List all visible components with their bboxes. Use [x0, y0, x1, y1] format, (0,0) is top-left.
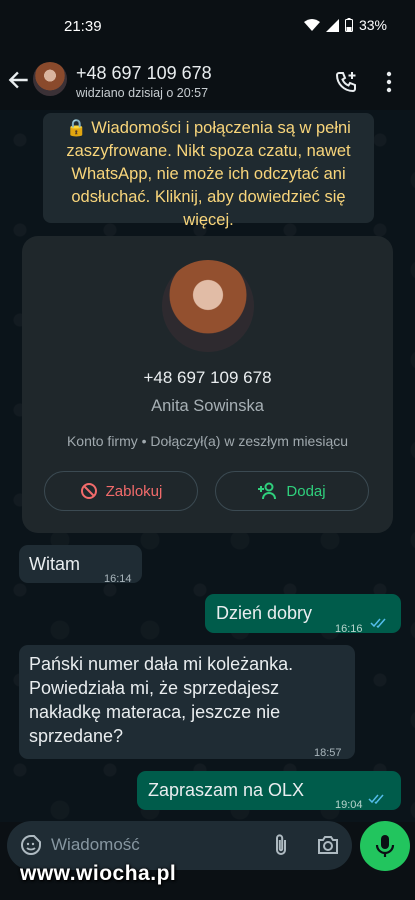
- emoji-sticker-icon[interactable]: [19, 833, 43, 857]
- account-info: Konto firmy • Dołączył(a) w zeszłym mies…: [66, 433, 349, 449]
- add-contact-button[interactable]: Dodaj: [215, 471, 369, 511]
- back-arrow-icon[interactable]: [6, 67, 32, 93]
- read-receipt-icon: [368, 794, 384, 804]
- microphone-icon: [375, 835, 395, 857]
- avatar[interactable]: [33, 62, 67, 96]
- read-receipt-icon: [370, 618, 386, 628]
- camera-icon[interactable]: [316, 833, 340, 857]
- battery-level: 33%: [358, 17, 387, 33]
- block-icon: [80, 483, 97, 499]
- message-time: 19:04: [335, 799, 363, 811]
- block-label: Zablokuj: [105, 482, 163, 500]
- attach-icon[interactable]: [272, 833, 290, 857]
- message-text: Witam: [29, 554, 80, 574]
- contact-photo[interactable]: [162, 260, 254, 352]
- wifi-icon: [303, 18, 320, 31]
- status-time: 21:39: [64, 18, 102, 35]
- add-person-icon: [258, 482, 277, 500]
- add-call-icon[interactable]: [334, 70, 358, 94]
- contact-name: Anita Sowinska: [151, 397, 264, 415]
- site-watermark: www.wiocha.pl: [20, 862, 177, 885]
- message-text: Dzień dobry: [216, 603, 313, 623]
- message-text: Pański numer dała mi koleżanka. Powiedzi…: [29, 654, 294, 746]
- message-incoming[interactable]: Pański numer dała mi koleżanka. Powiedzi…: [19, 645, 355, 759]
- more-options-icon[interactable]: [384, 70, 394, 94]
- voice-message-button[interactable]: [360, 821, 410, 871]
- status-bar: 21:39 33%: [0, 0, 415, 52]
- battery-icon: [344, 18, 353, 32]
- message-outgoing[interactable]: Dzień dobry 16:16: [205, 594, 401, 635]
- message-time: 18:57: [314, 747, 342, 759]
- add-label: Dodaj: [286, 482, 326, 500]
- contact-phone: +48 697 109 678: [143, 368, 272, 387]
- contact-title[interactable]: +48 697 109 678: [76, 63, 212, 84]
- signal-icon: [325, 18, 339, 32]
- encryption-notice[interactable]: 🔒 Wiadomości i połączenia są w pełni zas…: [43, 113, 374, 229]
- block-button[interactable]: Zablokuj: [44, 471, 198, 511]
- message-input[interactable]: Wiadomość: [51, 835, 140, 855]
- message-time: 16:14: [104, 573, 132, 585]
- chat-header: +48 697 109 678 widziano dzisiaj o 20:57: [0, 52, 415, 110]
- status-icons: 33%: [303, 17, 387, 33]
- last-seen: widziano dzisiaj o 20:57: [76, 86, 209, 100]
- message-incoming[interactable]: Witam 16:14: [19, 545, 142, 585]
- message-text: Zapraszam na OLX: [148, 780, 305, 800]
- message-time: 16:16: [335, 623, 363, 635]
- contact-card: +48 697 109 678 Anita Sowinska Konto fir…: [22, 236, 393, 533]
- message-outgoing[interactable]: Zapraszam na OLX 19:04: [137, 771, 401, 811]
